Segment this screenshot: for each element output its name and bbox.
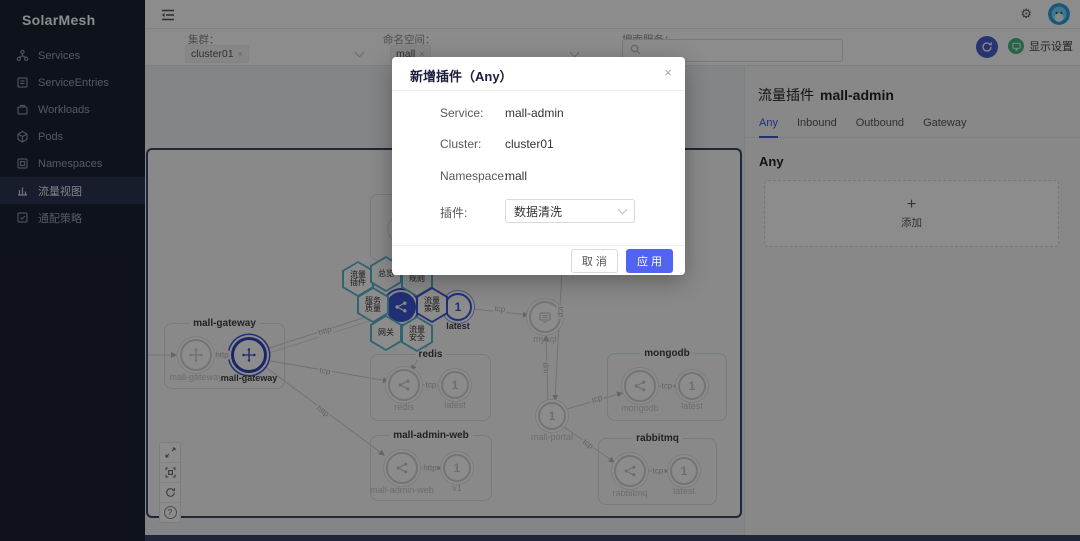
modal-field-namespace: Namespace: mall [392, 169, 685, 185]
plugin-select-value: 数据清洗 [514, 203, 562, 220]
field-value: mall [505, 169, 527, 183]
close-icon[interactable]: × [664, 65, 672, 80]
modal-footer: 取 消 应 用 [392, 245, 685, 276]
add-plugin-modal: 新增插件（Any） × Service: mall-admin Cluster:… [392, 57, 685, 275]
cancel-button[interactable]: 取 消 [571, 249, 618, 273]
chevron-down-icon [618, 205, 628, 215]
modal-header: 新增插件（Any） × [392, 57, 685, 91]
modal-field-service: Service: mall-admin [392, 106, 685, 122]
modal-title: 新增插件（Any） [410, 66, 513, 85]
field-label: Service: [440, 106, 483, 120]
field-label: Namespace: [440, 169, 507, 183]
field-value: cluster01 [505, 137, 554, 151]
modal-field-cluster: Cluster: cluster01 [392, 137, 685, 153]
field-label: 插件: [440, 204, 467, 221]
field-label: Cluster: [440, 137, 481, 151]
plugin-select[interactable]: 数据清洗 [505, 199, 635, 223]
app-root: SolarMesh Services ServiceEntries Worklo… [0, 0, 1080, 541]
field-value: mall-admin [505, 106, 564, 120]
apply-button[interactable]: 应 用 [626, 249, 673, 273]
